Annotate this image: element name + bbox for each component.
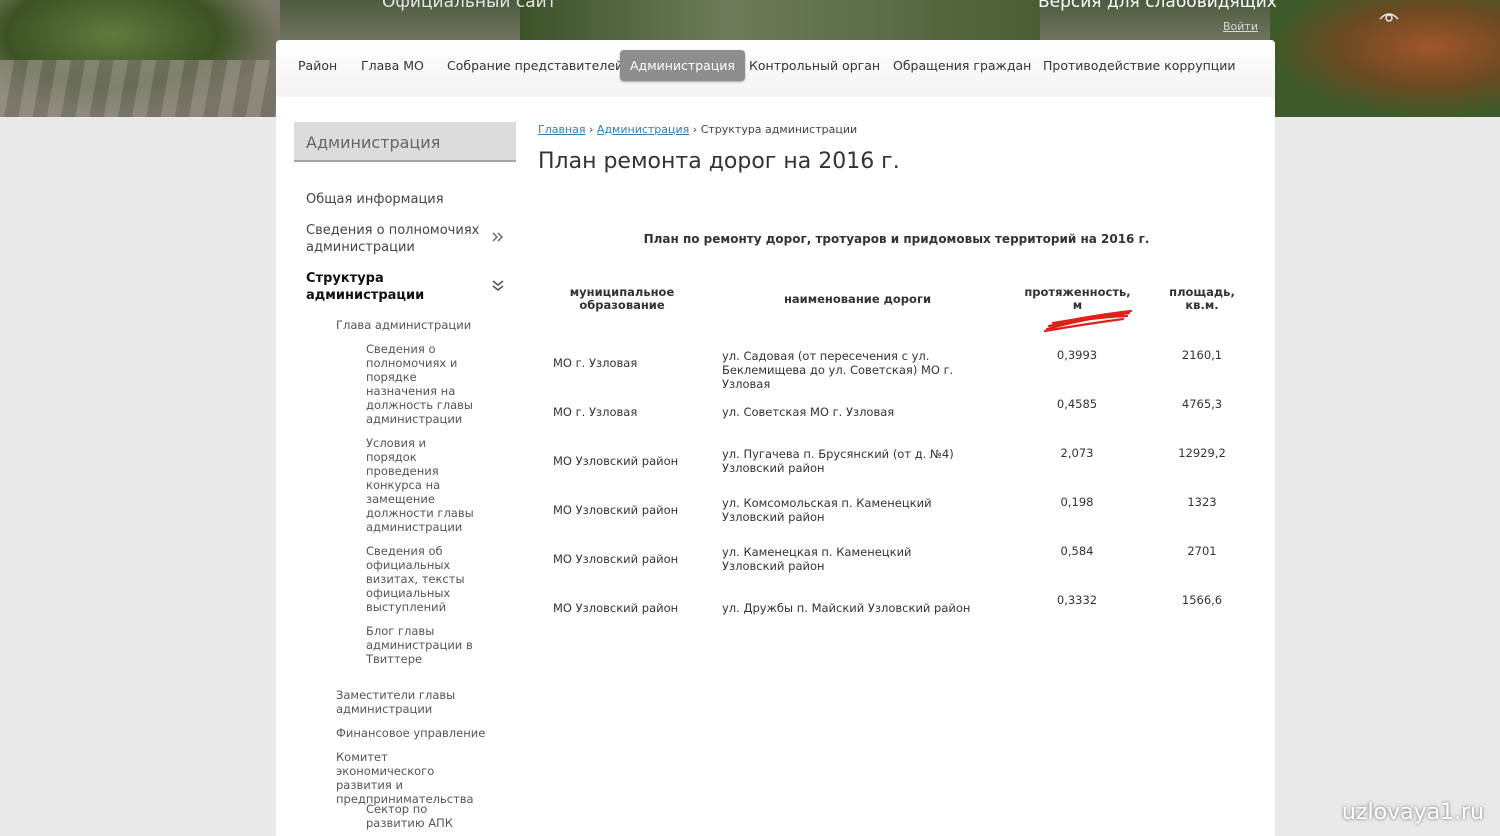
breadcrumb-section-link[interactable]: Администрация — [597, 123, 689, 136]
table-heading: План по ремонту дорог, тротуаров и придо… — [643, 232, 1150, 246]
nav-item-assembly[interactable]: Собрание представителей — [447, 58, 623, 73]
cell-municipality: МО г. Узловая — [553, 356, 638, 370]
chevron-right-icon[interactable] — [492, 231, 504, 243]
sidebar-subsub-twitter-blog[interactable]: Блог главы администрации в Твиттере — [366, 624, 476, 666]
header-square-image — [520, 0, 1040, 40]
table-header-municipality: муниципальное образование — [569, 285, 675, 312]
cell-municipality: МО Узловский район — [553, 503, 679, 517]
accessibility-version-link[interactable]: Версия для слабовидящих — [1038, 0, 1277, 12]
main-nav: Район Глава МО Собрание представителей А… — [276, 40, 1275, 97]
cell-area: 1323 — [1187, 495, 1217, 509]
nav-item-administration[interactable]: Администрация — [620, 50, 745, 81]
cell-road: ул. Комсомольская п. Каменецкий Узловски… — [722, 496, 932, 524]
breadcrumb-separator: › — [692, 123, 698, 136]
sidebar-subsub-visits[interactable]: Сведения об официальных визитах, тексты … — [366, 544, 476, 614]
cell-road: ул. Пугачева п. Брусянский (от д. №4) Уз… — [722, 447, 954, 475]
sidebar-heading-label: Администрация — [306, 133, 441, 152]
breadcrumb: Главная › Администрация › Структура адми… — [538, 123, 857, 136]
sidebar-sub-economy[interactable]: Комитет экономического развития и предпр… — [336, 750, 486, 806]
cell-area: 2160,1 — [1181, 348, 1223, 362]
nav-item-head-mo[interactable]: Глава МО — [361, 58, 424, 73]
sidebar-item-structure[interactable]: Структура администрации — [306, 270, 466, 304]
cell-area: 1566,6 — [1181, 593, 1223, 607]
sidebar-subsub-competition[interactable]: Условия и порядок проведения конкурса на… — [366, 436, 476, 534]
cell-length: 0,4585 — [1056, 397, 1098, 411]
login-link[interactable]: Войти — [1223, 20, 1258, 33]
table-header-road: наименование дороги — [783, 292, 932, 306]
cell-area: 4765,3 — [1181, 397, 1223, 411]
watermark: uzlovaya1.ru — [1342, 800, 1485, 825]
cell-road: ул. Садовая (от пересечения с ул. Беклем… — [722, 349, 954, 391]
site-title: Официальный сайт — [382, 0, 557, 12]
red-scribble-mark — [1043, 309, 1133, 333]
chevron-down-icon[interactable] — [492, 280, 504, 292]
nav-item-anti-corruption[interactable]: Противодействие коррупции — [1043, 58, 1236, 73]
sidebar-sub-deputies[interactable]: Заместители главы администрации — [336, 688, 496, 716]
nav-item-district[interactable]: Район — [298, 58, 337, 73]
cell-road: ул. Дружбы п. Майский Узловский район — [722, 601, 971, 615]
sidebar-sub-finance[interactable]: Финансовое управление — [336, 726, 485, 740]
cell-length: 0,198 — [1060, 495, 1094, 509]
table-header-area: площадь, кв.м. — [1169, 285, 1235, 312]
eye-icon[interactable] — [1378, 10, 1400, 24]
cell-municipality: МО Узловский район — [553, 454, 679, 468]
sidebar-subsub-powers-appointment[interactable]: Сведения о полномочиях и порядке назначе… — [366, 342, 476, 426]
sidebar-heading: Администрация — [294, 122, 516, 162]
cell-area: 2701 — [1187, 544, 1217, 558]
cell-road: ул. Каменецкая п. Каменецкий Узловский р… — [722, 545, 912, 573]
sidebar-sub-head-admin[interactable]: Глава администрации — [336, 318, 471, 332]
header-road-image — [0, 60, 280, 117]
breadcrumb-home-link[interactable]: Главная — [538, 123, 586, 136]
cell-area: 12929,2 — [1178, 446, 1226, 460]
cell-length: 2,073 — [1060, 446, 1094, 460]
cell-road: ул. Советская МО г. Узловая — [722, 405, 895, 419]
cell-municipality: МО Узловский район — [553, 601, 679, 615]
cell-length: 0,3332 — [1056, 593, 1098, 607]
nav-item-citizen-appeals[interactable]: Обращения граждан — [893, 58, 1031, 73]
cell-length: 0,584 — [1060, 544, 1094, 558]
sidebar-item-general-info[interactable]: Общая информация — [306, 191, 444, 208]
cell-municipality: МО г. Узловая — [553, 405, 638, 419]
breadcrumb-current: Структура администрации — [700, 123, 858, 136]
nav-item-control-body[interactable]: Контрольный орган — [749, 58, 880, 73]
cell-length: 0,3993 — [1056, 348, 1098, 362]
breadcrumb-separator: › — [589, 123, 594, 136]
sidebar-item-powers[interactable]: Сведения о полномочиях администрации — [306, 222, 486, 256]
page-title: План ремонта дорог на 2016 г. — [538, 149, 900, 174]
sidebar-subsub-agro[interactable]: Сектор по развитию АПК — [366, 802, 466, 830]
cell-municipality: МО Узловский район — [553, 552, 679, 566]
